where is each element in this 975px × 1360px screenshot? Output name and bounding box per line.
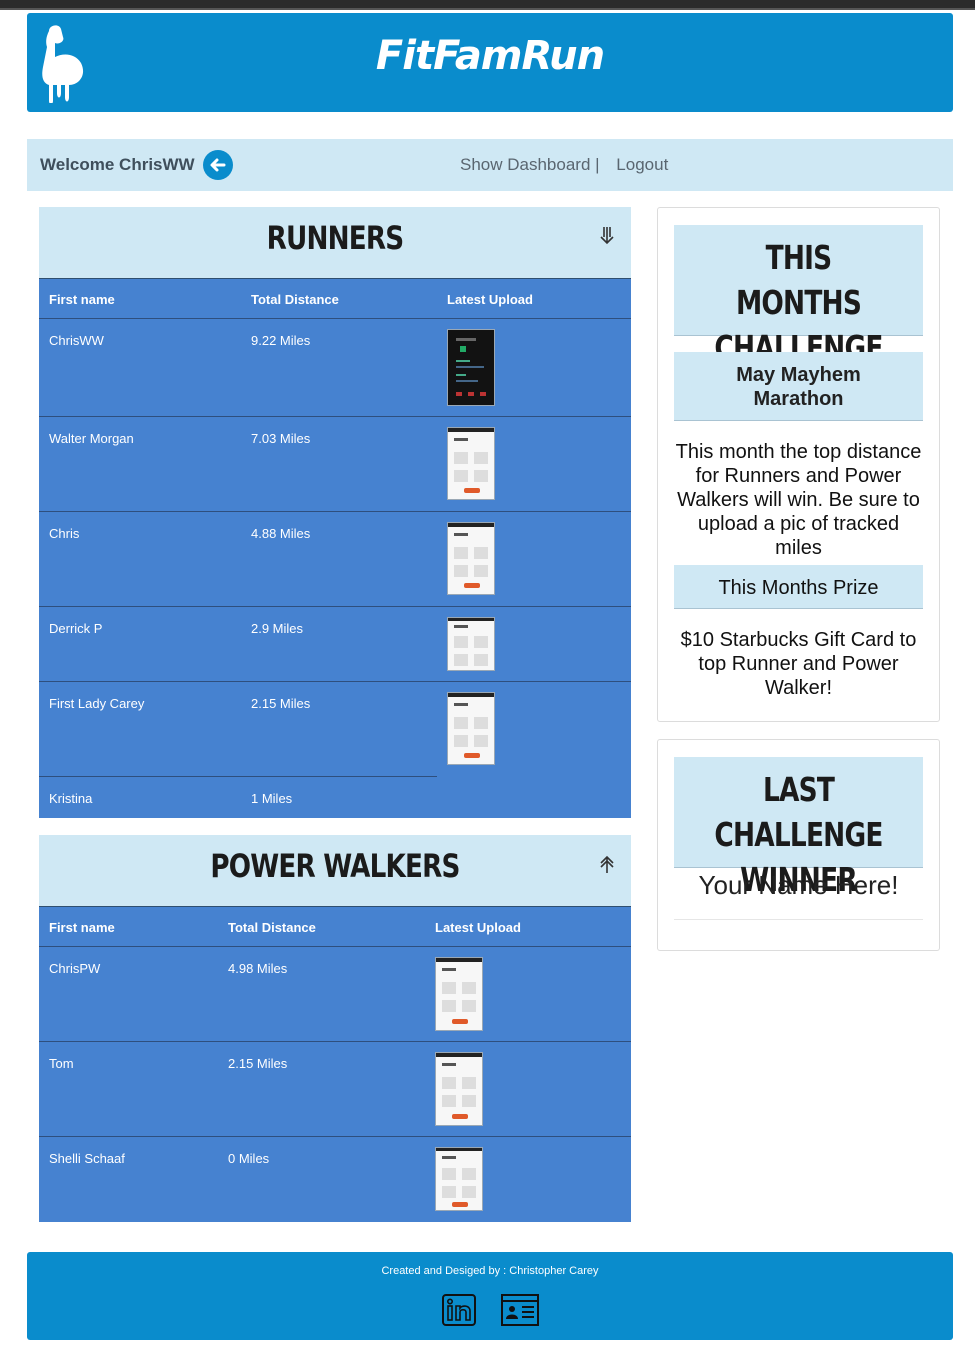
challenge-name-box: May Mayhem Marathon (674, 352, 923, 421)
challenge-card: THIS MONTHS CHALLENGE May Mayhem Maratho… (657, 207, 940, 722)
winner-title-line1: LAST CHALLENGE (714, 770, 883, 854)
table-row: Shelli Schaaf 0 Miles (39, 1137, 631, 1221)
walkers-header: POWER WALKERS (39, 835, 631, 907)
upload-thumbnail[interactable] (435, 957, 483, 1031)
column-total-distance[interactable]: Total Distance (251, 292, 339, 307)
prize-title: This Months Prize (718, 577, 879, 599)
winner-divider (674, 919, 923, 920)
runners-header: RUNNERS (39, 207, 631, 279)
runners-title: RUNNERS (266, 219, 405, 257)
walker-distance: 4.98 Miles (228, 961, 288, 976)
runner-distance: 2.15 Miles (251, 696, 311, 711)
challenge-title-line1: THIS MONTHS (735, 238, 862, 322)
upload-thumbnail[interactable] (435, 1052, 483, 1126)
upload-thumbnail[interactable] (447, 692, 495, 765)
runners-panel: RUNNERS First name Total Distance Latest… (39, 207, 631, 818)
runner-name: Kristina (49, 791, 93, 806)
runner-name: First Lady Carey (49, 696, 145, 711)
winner-title-box: LAST CHALLENGE WINNER (674, 757, 923, 899)
challenge-name-line1: May Mayhem (736, 364, 861, 386)
runner-name: Walter Morgan (49, 431, 134, 446)
table-row: ChrisPW 4.98 Miles (39, 947, 631, 1042)
arrow-left-icon[interactable] (203, 150, 233, 180)
challenge-description: This month the top distance for Runners … (675, 441, 922, 559)
walker-distance: 2.15 Miles (228, 1056, 288, 1071)
welcome-text: Welcome ChrisWW (40, 155, 195, 174)
runner-name: Chris (49, 526, 80, 541)
table-row: Derrick P 2.9 Miles (39, 607, 631, 682)
upload-thumbnail[interactable] (447, 617, 495, 671)
table-row: First Lady Carey 2.15 Miles (39, 682, 631, 777)
table-row: Walter Morgan 7.03 Miles (39, 417, 631, 512)
logout-link[interactable]: Logout (616, 155, 668, 174)
upload-thumbnail[interactable] (435, 1147, 483, 1211)
walker-name: ChrisPW (49, 961, 101, 976)
column-latest-upload[interactable]: Latest Upload (447, 292, 533, 307)
challenge-name-line2: Marathon (753, 388, 844, 410)
walkers-title: POWER WALKERS (210, 847, 460, 885)
table-row: Tom 2.15 Miles (39, 1042, 631, 1137)
column-first-name[interactable]: First name (49, 920, 115, 935)
last-winner-card: LAST CHALLENGE WINNER Your Name Here! (657, 739, 940, 951)
table-row: Chris 4.88 Miles (39, 512, 631, 607)
challenge-title-box: THIS MONTHS CHALLENGE (674, 225, 923, 367)
upload-thumbnail[interactable] (447, 522, 495, 595)
top-nav: Show Dashboard | Logout (460, 155, 668, 175)
walkers-panel: POWER WALKERS First name Total Distance … (39, 835, 631, 1222)
upload-thumbnail[interactable] (447, 329, 495, 406)
browser-top-bar (0, 0, 975, 10)
show-dashboard-link[interactable]: Show Dashboard | (460, 155, 600, 174)
site-title[interactable]: FitFamRun (27, 33, 953, 79)
winner-name: Your Name Here! (698, 870, 899, 900)
runner-name: ChrisWW (49, 333, 104, 348)
linkedin-icon[interactable] (441, 1293, 477, 1327)
site-header: FitFamRun (27, 13, 953, 112)
runner-distance: 2.9 Miles (251, 621, 304, 636)
column-latest-upload[interactable]: Latest Upload (435, 920, 521, 935)
walker-name: Tom (49, 1056, 74, 1071)
table-row: ChrisWW 9.22 Miles (39, 319, 631, 417)
prize-description: $10 Starbucks Gift Card to top Runner an… (680, 629, 917, 699)
column-first-name[interactable]: First name (49, 292, 115, 307)
site-footer: Created and Desiged by : Christopher Car… (27, 1252, 953, 1340)
column-total-distance[interactable]: Total Distance (228, 920, 316, 935)
walker-name: Shelli Schaaf (49, 1151, 125, 1166)
resume-icon[interactable] (500, 1293, 540, 1327)
footer-credit: Created and Desiged by : Christopher Car… (381, 1265, 599, 1277)
table-row: Kristina 1 Miles (39, 777, 631, 817)
runners-column-headers: First name Total Distance Latest Upload (39, 279, 631, 319)
runner-distance: 7.03 Miles (251, 431, 311, 446)
walkers-column-headers: First name Total Distance Latest Upload (39, 907, 631, 947)
prize-title-box: This Months Prize (674, 565, 923, 609)
welcome-bar: Welcome ChrisWW Show Dashboard | Logout (27, 139, 953, 191)
upload-thumbnail[interactable] (447, 427, 495, 500)
runner-distance: 4.88 Miles (251, 526, 311, 541)
runner-distance: 9.22 Miles (251, 333, 311, 348)
walker-distance: 0 Miles (228, 1151, 270, 1166)
sort-down-icon[interactable] (597, 225, 617, 247)
sort-up-icon[interactable] (597, 853, 617, 875)
runner-distance: 1 Miles (251, 791, 293, 806)
runner-name: Derrick P (49, 621, 103, 636)
